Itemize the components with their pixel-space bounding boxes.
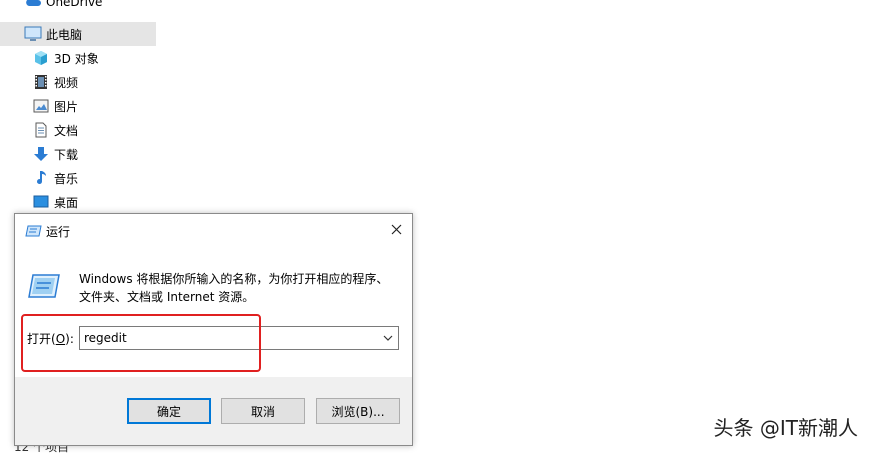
nav-item-label: 桌面 [54, 195, 79, 210]
nav-item-label: 音乐 [54, 171, 79, 186]
chevron-down-icon[interactable] [382, 332, 394, 344]
open-label-prefix: 打开( [27, 332, 56, 346]
nav-item-label: 3D 对象 [54, 51, 99, 66]
nav-item-label: 下载 [54, 147, 79, 162]
open-label: 打开(O): [27, 330, 74, 347]
desktop-icon [32, 193, 50, 211]
nav-item-documents[interactable]: 文档 [0, 118, 156, 142]
dialog-titlebar[interactable]: 运行 [15, 214, 412, 247]
close-button[interactable] [380, 214, 412, 247]
run-icon [25, 224, 43, 238]
open-input[interactable] [82, 329, 376, 347]
nav-item-label: OneDrive [46, 0, 103, 9]
nav-item-music[interactable]: 音乐 [0, 166, 156, 190]
pictures-icon [32, 97, 50, 115]
nav-item-label: 此电脑 [46, 27, 83, 42]
run-dialog: 运行 Windows 将根据你所输入的名称，为你打开相应的程序、文件夹、文档或 … [14, 213, 413, 446]
documents-icon [32, 121, 50, 139]
open-combobox[interactable] [79, 326, 399, 350]
nav-item-this-pc[interactable]: 此电脑 [0, 22, 156, 46]
nav-item-desktop[interactable]: 桌面 [0, 190, 156, 214]
ok-button[interactable]: 确定 [127, 398, 211, 424]
nav-item-label: 视频 [54, 75, 79, 90]
dialog-description: Windows 将根据你所输入的名称，为你打开相应的程序、文件夹、文档或 Int… [79, 272, 389, 304]
nav-item-pictures[interactable]: 图片 [0, 94, 156, 118]
nav-item-3d-objects[interactable]: 3D 对象 [0, 46, 156, 70]
3d-objects-icon [32, 49, 50, 67]
browse-button[interactable]: 浏览(B)... [316, 398, 400, 424]
computer-icon [24, 25, 42, 43]
cloud-icon [24, 0, 42, 11]
open-label-suffix: ): [65, 332, 74, 346]
nav-item-label: 图片 [54, 99, 79, 114]
nav-item-videos[interactable]: 视频 [0, 70, 156, 94]
nav-item-onedrive[interactable]: OneDrive [0, 0, 156, 14]
nav-item-label: 文档 [54, 123, 79, 138]
dialog-title: 运行 [46, 225, 71, 239]
nav-item-downloads[interactable]: 下载 [0, 142, 156, 166]
dialog-body: Windows 将根据你所输入的名称，为你打开相应的程序、文件夹、文档或 Int… [15, 247, 412, 377]
video-icon [32, 73, 50, 91]
music-icon [32, 169, 50, 187]
cancel-button[interactable]: 取消 [221, 398, 305, 424]
run-program-icon [27, 273, 61, 299]
download-icon [32, 145, 50, 163]
open-label-accesskey: O [55, 332, 66, 346]
close-icon [391, 224, 402, 238]
watermark-text: 头条 @IT新潮人 [713, 416, 858, 440]
